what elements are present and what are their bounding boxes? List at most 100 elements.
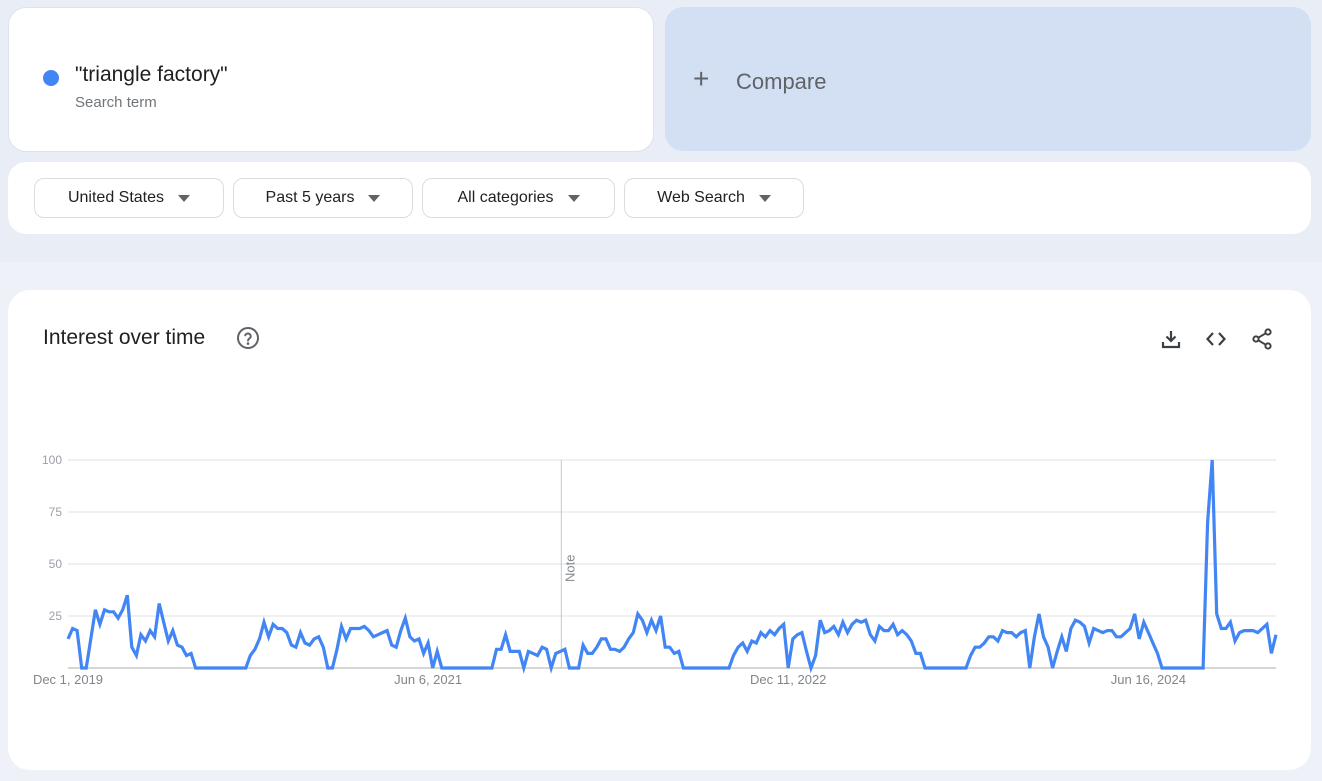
- data-point[interactable]: [841, 620, 846, 625]
- data-point[interactable]: [1055, 649, 1060, 654]
- data-point[interactable]: [526, 649, 531, 654]
- data-point[interactable]: [686, 666, 691, 671]
- data-point[interactable]: [161, 620, 166, 625]
- data-point[interactable]: [289, 643, 294, 648]
- filter-region-dropdown[interactable]: United States: [34, 178, 224, 218]
- data-point[interactable]: [822, 630, 827, 635]
- data-point[interactable]: [581, 643, 586, 648]
- data-point[interactable]: [285, 630, 290, 635]
- data-point[interactable]: [594, 645, 599, 650]
- data-point[interactable]: [120, 607, 125, 612]
- data-point[interactable]: [549, 666, 554, 671]
- data-point[interactable]: [166, 639, 171, 644]
- data-point[interactable]: [996, 639, 1001, 644]
- data-point[interactable]: [690, 666, 695, 671]
- data-point[interactable]: [380, 630, 385, 635]
- data-point[interactable]: [1014, 635, 1019, 640]
- data-point[interactable]: [453, 666, 458, 671]
- data-point[interactable]: [70, 626, 75, 631]
- filter-time-dropdown[interactable]: Past 5 years: [233, 178, 413, 218]
- data-point[interactable]: [927, 666, 932, 671]
- data-point[interactable]: [791, 637, 796, 642]
- data-point[interactable]: [718, 666, 723, 671]
- filter-category-dropdown[interactable]: All categories: [422, 178, 615, 218]
- data-point[interactable]: [152, 635, 157, 640]
- data-point[interactable]: [973, 645, 978, 650]
- data-point[interactable]: [212, 666, 217, 671]
- data-point[interactable]: [116, 616, 121, 621]
- data-point[interactable]: [987, 635, 992, 640]
- data-point[interactable]: [845, 630, 850, 635]
- data-point[interactable]: [1228, 620, 1233, 625]
- data-point[interactable]: [1160, 666, 1165, 671]
- data-point[interactable]: [859, 620, 864, 625]
- data-point[interactable]: [553, 651, 558, 656]
- data-point[interactable]: [640, 618, 645, 623]
- data-point[interactable]: [1265, 622, 1270, 627]
- data-point[interactable]: [1210, 458, 1215, 463]
- data-point[interactable]: [904, 632, 909, 637]
- data-point[interactable]: [353, 626, 358, 631]
- data-point[interactable]: [1274, 632, 1279, 637]
- data-point[interactable]: [531, 651, 536, 656]
- data-point[interactable]: [950, 666, 955, 671]
- data-point[interactable]: [631, 630, 636, 635]
- data-point[interactable]: [576, 666, 581, 671]
- data-point[interactable]: [877, 624, 882, 629]
- data-point[interactable]: [740, 641, 745, 646]
- data-point[interactable]: [558, 649, 563, 654]
- data-point[interactable]: [585, 651, 590, 656]
- data-point[interactable]: [667, 645, 672, 650]
- data-point[interactable]: [88, 637, 93, 642]
- data-point[interactable]: [207, 666, 212, 671]
- data-point[interactable]: [193, 666, 198, 671]
- data-point[interactable]: [1046, 645, 1051, 650]
- data-point[interactable]: [918, 651, 923, 656]
- data-point[interactable]: [394, 645, 399, 650]
- data-point[interactable]: [1187, 666, 1192, 671]
- data-point[interactable]: [1078, 620, 1083, 625]
- compare-button[interactable]: + Compare: [665, 7, 1311, 151]
- data-point[interactable]: [863, 618, 868, 623]
- data-point[interactable]: [339, 624, 344, 629]
- data-point[interactable]: [234, 666, 239, 671]
- data-point[interactable]: [485, 666, 490, 671]
- data-point[interactable]: [540, 645, 545, 650]
- data-point[interactable]: [1196, 666, 1201, 671]
- data-point[interactable]: [98, 622, 103, 627]
- data-point[interactable]: [1069, 626, 1074, 631]
- data-point[interactable]: [1041, 635, 1046, 640]
- data-point[interactable]: [389, 643, 394, 648]
- data-point[interactable]: [421, 651, 426, 656]
- data-point[interactable]: [312, 637, 317, 642]
- data-point[interactable]: [143, 639, 148, 644]
- data-point[interactable]: [371, 635, 376, 640]
- data-point[interactable]: [490, 666, 495, 671]
- data-point[interactable]: [280, 626, 285, 631]
- data-point[interactable]: [932, 666, 937, 671]
- data-point[interactable]: [882, 628, 887, 633]
- data-point[interactable]: [458, 666, 463, 671]
- data-point[interactable]: [1028, 666, 1033, 671]
- data-point[interactable]: [1110, 628, 1115, 633]
- data-point[interactable]: [1255, 630, 1260, 635]
- data-point[interactable]: [1082, 624, 1087, 629]
- data-point[interactable]: [1260, 626, 1265, 631]
- data-point[interactable]: [262, 620, 267, 625]
- data-point[interactable]: [722, 666, 727, 671]
- data-point[interactable]: [148, 628, 153, 633]
- data-point[interactable]: [1205, 520, 1210, 525]
- data-point[interactable]: [800, 630, 805, 635]
- data-point[interactable]: [84, 666, 89, 671]
- data-point[interactable]: [125, 593, 130, 598]
- data-point[interactable]: [75, 628, 80, 633]
- data-point[interactable]: [1100, 630, 1105, 635]
- data-point[interactable]: [508, 649, 513, 654]
- data-point[interactable]: [307, 643, 312, 648]
- data-point[interactable]: [184, 653, 189, 658]
- data-point[interactable]: [909, 639, 914, 644]
- data-point[interactable]: [316, 635, 321, 640]
- data-point[interactable]: [1114, 635, 1119, 640]
- data-point[interactable]: [727, 666, 732, 671]
- data-point[interactable]: [854, 618, 859, 623]
